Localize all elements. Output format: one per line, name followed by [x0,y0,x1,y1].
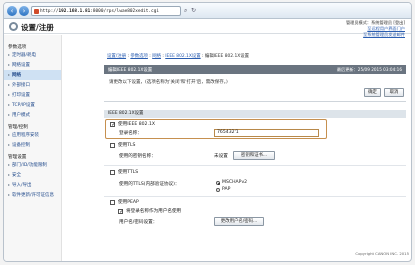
breadcrumb-item-2[interactable]: 参数选项 [130,54,148,59]
ttls-pap-radio[interactable] [216,188,220,192]
ttls-mschapv2-label: MSCHAPv2 [222,180,248,185]
divider-tls [104,165,406,166]
key-cert-status: 未设置 [214,154,228,159]
key-cert-button[interactable]: 密钥和证书... [233,151,275,160]
ttls-mschapv2-radio[interactable] [216,181,220,185]
sidebar-item-software-update[interactable]: 软件更新/许可证信息 [4,190,61,200]
back-icon[interactable]: ‹ [7,6,17,16]
use-ieee-label: 使用IEEE 802.1X [118,122,156,127]
login-as-username-label: 将登录名称作为用户名使用 [126,209,182,214]
ok-button[interactable]: 确定 [364,88,381,97]
sidebar-item-import-export[interactable]: 导入/导出 [4,180,61,190]
last-updated-text: 最后更新：25/09 2015 03:04:16 [336,66,402,72]
use-peap-checkbox[interactable] [110,200,115,205]
sidebar-item-user-mode[interactable]: 用户模式 [4,110,61,120]
sidebar-item-external-interface[interactable]: 外部接口 [4,80,61,90]
url-rest: :8000/rps/lwae802xedit.cgi [90,9,159,14]
change-userpass-button[interactable]: 更改用户名/密码... [214,217,264,226]
panel-description: 请更改以下设置，(选项名称为'关闭'和'打开'后，需改保存。) [109,80,228,85]
breadcrumb-current: 编辑IEEE 802.1X设置 [204,54,250,59]
sidebar-item-app-install[interactable]: 应用程序安装 [4,130,61,140]
sidebar: 参数选项 定时器/耗电 网络设置 网络 外部接口 打印设置 TCP/IP设置 用… [4,35,62,261]
sidebar-item-security[interactable]: 安全 [4,170,61,180]
portal-link[interactable]: 至远程用户界面门户 [367,26,405,31]
use-tls-label: 使用TLS [118,143,136,148]
panel-title: 编辑IEEE 802.1X设置 [108,67,153,73]
url-field[interactable]: http://192.168.1.81:8000/rps/lwae802xedi… [31,6,181,16]
breadcrumb-item-4[interactable]: IEEE 802.1X设置 [165,54,200,59]
site-favicon-icon [34,9,39,14]
use-ttls-label: 使用TTLS [118,170,139,175]
search-icon[interactable]: ⌕ [184,7,187,15]
ttls-pap-label: PAP [222,187,231,192]
use-ttls-checkbox[interactable] [110,170,115,175]
sidebar-item-network-settings[interactable]: 网络设置 [4,60,61,70]
sidebar-item-tcpip[interactable]: TCP/IP设置 [4,100,61,110]
key-cert-label: 使用的密钥名称： [119,154,156,159]
mail-admin-link[interactable]: 至系统管理员发送邮件 [363,32,405,37]
ieee-section-header: IEEE 802.1X设置 [104,110,406,118]
page-title: 设置/注册 [21,23,54,32]
forward-icon[interactable]: › [19,6,29,16]
use-peap-label: 使用PEAP [118,200,139,205]
panel-header: 编辑IEEE 802.1X设置 最后更新：25/09 2015 03:04:16 [104,65,406,74]
login-name-input[interactable]: 765432'1 [214,129,319,137]
divider [104,101,406,102]
use-ieee-checkbox[interactable] [110,122,116,128]
title-bar: 设置/注册 管理员模式：系统管理员 [登出] 至远程用户界面门户 至系统管理员发… [4,19,411,37]
sidebar-item-device-control[interactable]: 设备控制 [4,140,61,150]
sidebar-item-timer[interactable]: 定时器/耗电 [4,50,61,60]
refresh-icon[interactable]: ↻ [191,7,196,14]
copyright-text: Copyright CANON INC. 2015 [355,251,409,256]
address-bar: ‹ › http://192.168.1.81:8000/rps/lwae802… [4,3,411,19]
cancel-button[interactable]: 取消 [384,88,404,97]
user-info: 管理员模式：系统管理员 [登出] 至远程用户界面门户 至系统管理员发送邮件 [346,20,405,38]
divider-ttls [104,196,406,197]
app-logo-icon [9,22,18,31]
ttls-protocol-label: 使用的TTLS(内部验证协议)： [119,182,180,187]
url-prefix: http:// [40,9,59,14]
login-name-label: 登录名称： [119,131,142,136]
sidebar-item-network[interactable]: 网络 [4,70,61,80]
sidebar-item-print-settings[interactable]: 打印设置 [4,90,61,100]
url-host: 192.168.1.81 [58,9,91,14]
breadcrumb: 设置/注册 : 参数选项 : 网络 : IEEE 802.1X设置 : 编辑IE… [107,54,250,59]
login-as-username-checkbox[interactable] [118,209,124,215]
breadcrumb-item-3[interactable]: 网络 [152,54,161,59]
sidebar-item-dept-id[interactable]: 部门/ID/功能限制 [4,160,61,170]
use-tls-checkbox[interactable] [110,143,115,148]
userpass-label: 用户名/密码设置： [119,220,158,225]
breadcrumb-item-1[interactable]: 设置/注册 [107,54,126,59]
